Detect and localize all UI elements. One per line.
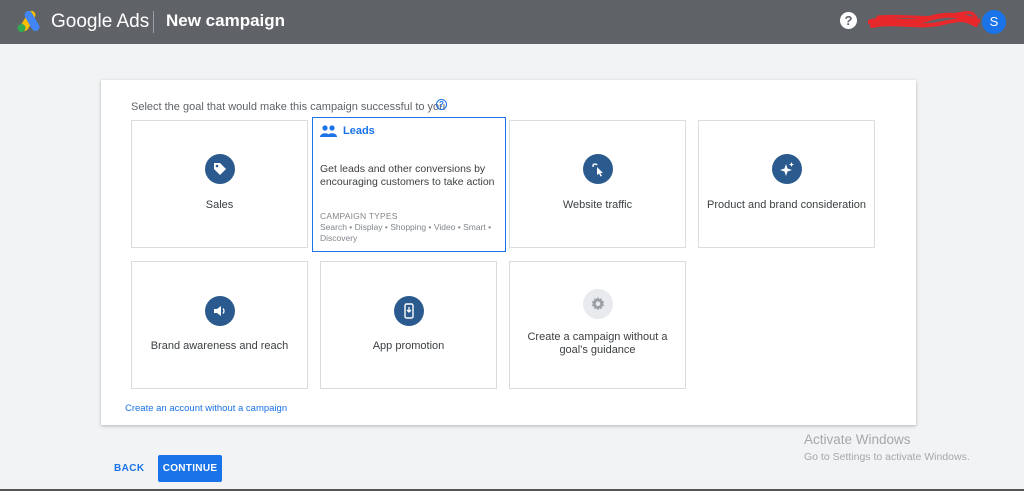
goal-label: App promotion — [372, 340, 445, 352]
back-button[interactable]: BACK — [114, 463, 145, 474]
goal-prompt: Select the goal that would make this cam… — [131, 101, 446, 113]
top-bar: Google Ads New campaign ? S — [0, 0, 1024, 44]
tag-icon — [205, 154, 235, 184]
google-ads-logo-icon[interactable] — [16, 9, 42, 33]
question-icon[interactable]: ? — [436, 99, 447, 110]
help-icon[interactable]: ? — [840, 12, 857, 29]
brand-name: Google Ads — [51, 11, 150, 32]
goal-tile-sales[interactable]: Sales — [131, 120, 308, 248]
create-account-link[interactable]: Create an account without a campaign — [125, 403, 287, 414]
goal-tile-brand-awareness[interactable]: Brand awareness and reach — [131, 261, 308, 389]
avatar[interactable]: S — [982, 10, 1006, 34]
goal-label: Sales — [205, 199, 234, 211]
goal-label: Website traffic — [562, 199, 633, 211]
sparkle-icon — [772, 154, 802, 184]
goal-tile-app-promotion[interactable]: App promotion — [320, 261, 497, 389]
page-title: New campaign — [166, 11, 286, 30]
phone-download-icon — [394, 296, 424, 326]
campaign-types-list: Search • Display • Shopping • Video • Sm… — [320, 222, 492, 243]
gear-icon — [583, 289, 613, 319]
speaker-icon — [205, 296, 235, 326]
continue-button[interactable]: CONTINUE — [158, 455, 222, 482]
goal-label: Create a campaign without a goal's guida… — [527, 331, 668, 356]
goal-label: Product and brand consideration — [707, 199, 866, 211]
header-divider — [153, 11, 154, 33]
cursor-click-icon — [583, 154, 613, 184]
windows-watermark-title: Activate Windows — [804, 432, 911, 447]
goal-tile-website-traffic[interactable]: Website traffic — [509, 120, 686, 248]
goal-tile-no-goal[interactable]: Create a campaign without a goal's guida… — [509, 261, 686, 389]
goal-label: Leads — [343, 125, 375, 137]
goal-label: Brand awareness and reach — [150, 340, 289, 352]
goal-header: Leads — [320, 125, 375, 137]
goal-tile-product-brand-consideration[interactable]: Product and brand consideration — [698, 120, 875, 248]
redacted-account-name — [868, 11, 980, 28]
campaign-types-heading: CAMPAIGN TYPES — [320, 211, 398, 221]
people-icon — [320, 125, 337, 137]
goal-description: Get leads and other conversions by encou… — [320, 163, 495, 188]
windows-watermark-subtitle: Go to Settings to activate Windows. — [804, 451, 970, 463]
goal-tile-leads[interactable]: Leads Get leads and other conversions by… — [312, 117, 506, 252]
